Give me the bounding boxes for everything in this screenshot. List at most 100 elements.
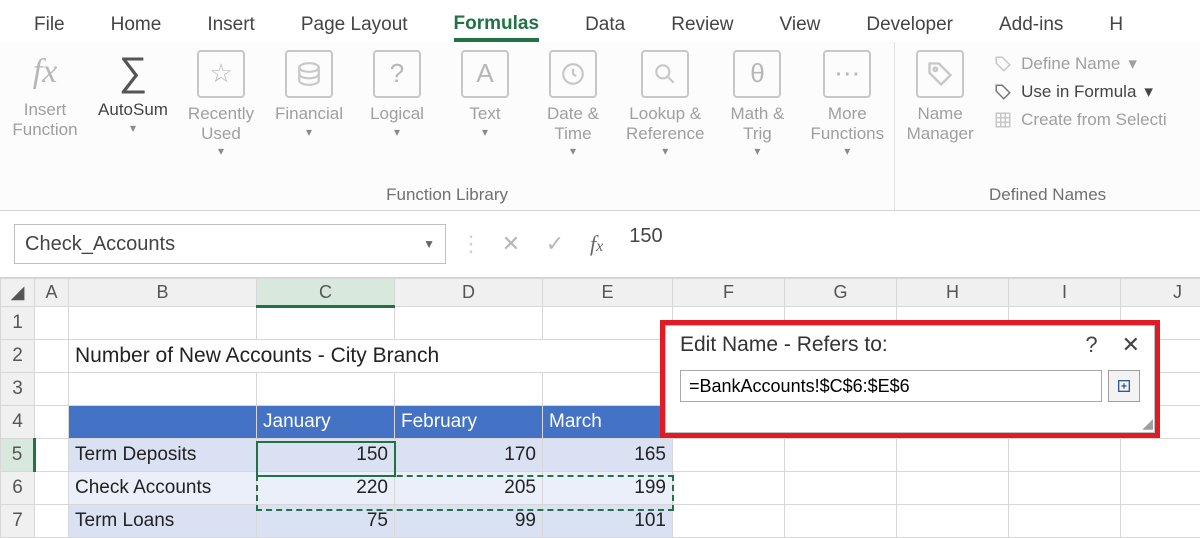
recently-used-label: Recently Used <box>188 104 254 143</box>
col-header[interactable]: B <box>69 279 257 307</box>
menu-bar: File Home Insert Page Layout Formulas Da… <box>0 0 1200 42</box>
col-header[interactable]: A <box>35 279 69 307</box>
logical-label: Logical <box>370 104 424 124</box>
date-time-button[interactable]: Date & Time ▾ <box>538 50 608 159</box>
chevron-down-icon: ▾ <box>662 145 668 159</box>
help-button[interactable]: ? <box>1085 332 1097 358</box>
cell[interactable]: 150 <box>257 439 395 472</box>
col-header[interactable]: C <box>257 279 395 307</box>
create-from-selection-button[interactable]: Create from Selecti <box>993 110 1167 130</box>
col-header[interactable]: G <box>785 279 897 307</box>
table-row: 7 Term Loans 75 99 101 <box>1 505 1200 538</box>
row-header[interactable]: 7 <box>1 505 35 538</box>
chevron-down-icon[interactable]: ▼ <box>423 237 435 251</box>
name-box-value: Check_Accounts <box>25 233 175 256</box>
autosum-button[interactable]: ∑ AutoSum ▾ <box>98 50 168 135</box>
ribbon-group-function-library: fx Insert Function ∑ AutoSum ▾ ☆ Recentl… <box>0 42 895 210</box>
cell[interactable]: 205 <box>395 472 543 505</box>
tab-file[interactable]: File <box>34 14 65 42</box>
financial-button[interactable]: Financial ▾ <box>274 50 344 139</box>
enter-button[interactable]: ✓ <box>540 229 570 259</box>
tab-page-layout[interactable]: Page Layout <box>301 14 408 42</box>
search-icon <box>641 50 689 98</box>
use-in-formula-button[interactable]: Use in Formula ▾ <box>993 82 1167 102</box>
tag-icon <box>916 50 964 98</box>
chevron-down-icon: ▾ <box>1128 54 1137 74</box>
date-time-label: Date & Time <box>547 104 599 143</box>
define-name-button[interactable]: Define Name ▾ <box>993 54 1167 74</box>
fx-icon[interactable]: fx <box>584 231 609 257</box>
table-row: 6 Check Accounts 220 205 199 <box>1 472 1200 505</box>
lookup-reference-button[interactable]: Lookup & Reference ▾ <box>626 50 704 159</box>
row-header[interactable]: 2 <box>1 340 35 373</box>
tab-home[interactable]: Home <box>111 14 162 42</box>
cell[interactable]: 199 <box>543 472 673 505</box>
tab-review[interactable]: Review <box>671 14 733 42</box>
row-header[interactable]: 1 <box>1 307 35 340</box>
edit-name-dialog[interactable]: Edit Name - Refers to: ? ✕ ◢ <box>660 320 1160 438</box>
col-header[interactable]: J <box>1121 279 1200 307</box>
insert-function-button[interactable]: fx Insert Function <box>10 50 80 139</box>
column-header-row: ◢ A B C D E F G H I J <box>1 279 1200 307</box>
divider: ⋮ <box>460 231 482 257</box>
logical-button[interactable]: ? Logical ▾ <box>362 50 432 139</box>
text-button[interactable]: A Text ▾ <box>450 50 520 139</box>
table-header-cell <box>69 406 257 439</box>
tab-insert[interactable]: Insert <box>207 14 255 42</box>
spreadsheet[interactable]: ◢ A B C D E F G H I J 1 2 Number of New … <box>0 278 1200 538</box>
financial-label: Financial <box>275 104 343 124</box>
tab-addins[interactable]: Add-ins <box>999 14 1063 42</box>
row-header[interactable]: 4 <box>1 406 35 439</box>
cell[interactable]: 165 <box>543 439 673 472</box>
define-name-label: Define Name <box>1021 54 1120 74</box>
cell[interactable]: Term Loans <box>69 505 257 538</box>
col-header[interactable]: E <box>543 279 673 307</box>
select-all-corner[interactable]: ◢ <box>1 279 35 307</box>
fx-small-icon <box>993 83 1013 101</box>
tab-help-partial[interactable]: H <box>1109 14 1123 42</box>
table-header-cell: January <box>257 406 395 439</box>
cell[interactable]: 170 <box>395 439 543 472</box>
col-header[interactable]: F <box>673 279 785 307</box>
tab-formulas[interactable]: Formulas <box>454 13 540 42</box>
cell[interactable]: 220 <box>257 472 395 505</box>
math-trig-button[interactable]: θ Math & Trig ▾ <box>722 50 792 159</box>
resize-grip-icon[interactable]: ◢ <box>1137 415 1153 431</box>
question-icon: ? <box>373 50 421 98</box>
close-icon[interactable]: ✕ <box>1122 332 1140 358</box>
tab-developer[interactable]: Developer <box>866 14 953 42</box>
table-row: 5 Term Deposits 150 170 165 <box>1 439 1200 472</box>
row-header[interactable]: 6 <box>1 472 35 505</box>
cell[interactable]: 101 <box>543 505 673 538</box>
cell[interactable]: 75 <box>257 505 395 538</box>
fx-icon: fx <box>33 50 58 94</box>
formula-bar: Check_Accounts ▼ ⋮ ✕ ✓ fx 150 <box>0 211 1200 278</box>
cell[interactable]: Term Deposits <box>69 439 257 472</box>
cell[interactable]: Check Accounts <box>69 472 257 505</box>
theta-icon: θ <box>733 50 781 98</box>
col-header[interactable]: I <box>1009 279 1121 307</box>
math-trig-label: Math & Trig <box>731 104 785 143</box>
row-header[interactable]: 5 <box>1 439 35 472</box>
name-manager-button[interactable]: Name Manager <box>905 50 975 143</box>
group-label-function-library: Function Library <box>10 182 884 208</box>
insert-function-label: Insert Function <box>12 100 77 139</box>
refers-to-input[interactable] <box>680 370 1102 402</box>
chevron-down-icon: ▾ <box>570 145 576 159</box>
chevron-down-icon: ▾ <box>218 145 224 159</box>
col-header[interactable]: H <box>897 279 1009 307</box>
recently-used-button[interactable]: ☆ Recently Used ▾ <box>186 50 256 159</box>
formula-input[interactable]: 150 <box>623 225 1192 263</box>
name-box[interactable]: Check_Accounts ▼ <box>14 224 446 264</box>
collapse-dialog-button[interactable] <box>1108 370 1140 402</box>
tab-data[interactable]: Data <box>585 14 625 42</box>
row-header[interactable]: 3 <box>1 373 35 406</box>
col-header[interactable]: D <box>395 279 543 307</box>
tab-view[interactable]: View <box>780 14 821 42</box>
name-manager-label: Name Manager <box>907 104 974 143</box>
chevron-down-icon: ▾ <box>844 145 850 159</box>
more-functions-button[interactable]: ⋯ More Functions ▾ <box>810 50 884 159</box>
ribbon-group-defined-names: Name Manager Define Name ▾ Use in Formul… <box>895 42 1200 210</box>
cell[interactable]: 99 <box>395 505 543 538</box>
cancel-button[interactable]: ✕ <box>496 229 526 259</box>
